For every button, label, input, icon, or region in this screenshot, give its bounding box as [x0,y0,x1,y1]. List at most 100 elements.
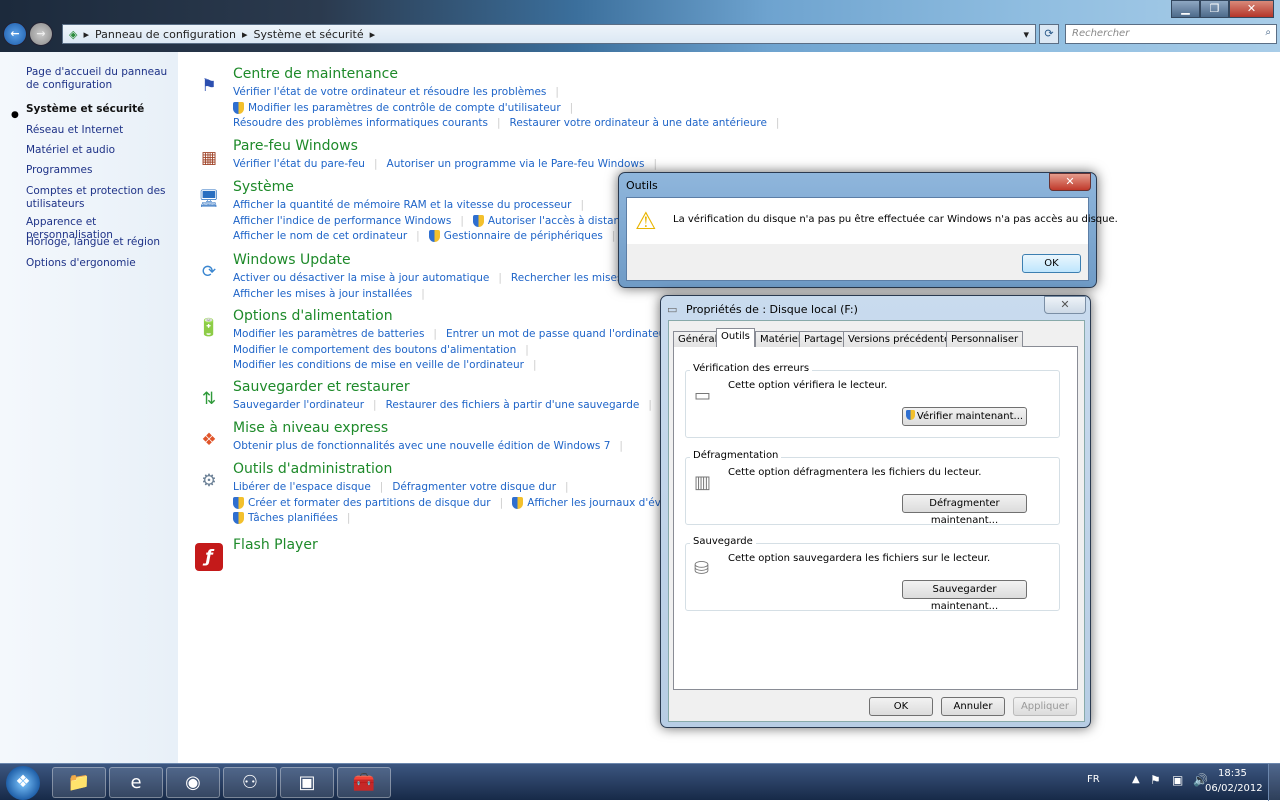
sidebar-item[interactable]: Comptes et protection des utilisateurs [26,185,174,211]
tab-partage[interactable]: Partage [799,331,848,347]
link-separator: | [416,230,420,243]
uac-shield-icon [233,496,244,509]
task-link[interactable]: Vérifier l'état de votre ordinateur et r… [233,86,546,98]
taskbar-app-network[interactable]: ⚇ [223,767,277,798]
refresh-button[interactable]: ⟳ [1039,24,1059,44]
show-hidden-icons[interactable]: ▲ [1132,774,1140,785]
alert-title: Outils [626,179,658,192]
maximize-button[interactable]: ❐ [1200,0,1229,18]
task-link[interactable]: Modifier les paramètres de batteries [233,328,424,340]
task-link[interactable]: Restaurer des fichiers à partir d'une sa… [386,399,640,411]
uac-shield-icon [512,496,524,509]
sidebar-item[interactable]: Horloge, langue et région [26,236,174,249]
link-row: Afficher les mises à jour installées | [233,288,434,300]
chevron-right-icon[interactable]: ▸ [370,28,376,41]
category-title[interactable]: Pare-feu Windows [233,138,358,154]
link-separator: | [532,359,537,372]
category-title[interactable]: Outils d'administration [233,461,392,477]
alert-close-button[interactable]: ✕ [1049,173,1091,191]
task-link[interactable]: Modifier les conditions de mise en veill… [233,359,524,371]
task-link[interactable]: Modifier les paramètres de contrôle de c… [248,102,561,114]
category-title[interactable]: Centre de maintenance [233,66,398,82]
tab-personnaliser[interactable]: Personnaliser [946,331,1024,347]
properties-ok-button[interactable]: OK [869,697,933,716]
network-icon[interactable]: ▣ [1172,773,1183,787]
window-controls: ▁ ❐ ✕ [1171,0,1274,18]
task-link[interactable]: Obtenir plus de fonctionnalités avec une… [233,440,610,452]
sidebar-item[interactable]: Matériel et audio [26,144,174,157]
taskbar-app-control-panel[interactable]: ▣ [280,767,334,798]
drive-icon: ▭ [694,385,712,406]
link-separator: | [496,117,501,130]
task-link[interactable]: Créer et formater des partitions de disq… [248,497,491,509]
sidebar-item[interactable]: Page d'accueil du panneau de configurati… [26,66,174,92]
taskbar-app-firefox[interactable]: ◉ [166,767,220,798]
battery-icon: 🔋 [198,318,220,338]
tab-g-n-ral[interactable]: Général [673,331,723,347]
taskbar-app-toolbox[interactable]: 🧰 [337,767,391,798]
breadcrumb-control-panel[interactable]: Panneau de configuration [95,28,236,41]
category-title[interactable]: Mise à niveau express [233,420,388,436]
category-title[interactable]: Système [233,179,294,195]
task-link[interactable]: Sauvegarder l'ordinateur [233,399,364,411]
task-link[interactable]: Activer ou désactiver la mise à jour aut… [233,272,489,284]
show-desktop-button[interactable] [1268,764,1280,801]
category-title[interactable]: Flash Player [233,537,318,553]
link-row: Modifier les conditions de mise en veill… [233,359,545,371]
language-indicator[interactable]: FR [1087,774,1100,785]
group-description: Cette option vérifiera le lecteur. [728,380,888,391]
group-action-button[interactable]: Défragmenter maintenant... [902,494,1027,526]
action-center-icon[interactable]: ⚑ [1150,773,1161,787]
address-bar[interactable]: ◈ ▸ Panneau de configuration ▸ Système e… [62,24,1036,44]
task-link[interactable]: Autoriser l'accès à distance [488,215,633,227]
close-button[interactable]: ✕ [1229,0,1274,18]
forward-button[interactable]: → [29,22,53,46]
taskbar-app-internet-explorer[interactable]: e [109,767,163,798]
group-action-button[interactable]: Vérifier maintenant... [902,407,1027,426]
group-action-button[interactable]: Sauvegarder maintenant... [902,580,1027,612]
link-row: Modifier le comportement des boutons d'a… [233,344,538,356]
history-dropdown-icon[interactable]: ▾ [1023,28,1029,41]
firewall-icon: ▦ [200,148,218,168]
tab-outils[interactable]: Outils [716,328,755,347]
task-link[interactable]: Afficher le nom de cet ordinateur [233,230,407,242]
clock-time[interactable]: 18:35 [1218,768,1247,779]
task-link[interactable]: Défragmenter votre disque dur [392,481,556,493]
sidebar-item[interactable]: Réseau et Internet [26,124,174,137]
task-link[interactable]: Restaurer votre ordinateur à une date an… [510,117,767,129]
taskbar-app-explorer[interactable]: 📁 [52,767,106,798]
button-label: Défragmenter maintenant... [929,498,1000,526]
category-title[interactable]: Sauvegarder et restaurer [233,379,410,395]
task-link[interactable]: Afficher l'indice de performance Windows [233,215,451,227]
task-link[interactable]: Vérifier l'état du pare-feu [233,158,365,170]
start-button[interactable]: ❖ [6,766,40,800]
search-icon[interactable]: ⌕ [1265,27,1271,38]
clock-date[interactable]: 06/02/2012 [1205,783,1263,794]
search-input[interactable]: Rechercher ⌕ [1065,24,1277,44]
link-row: Modifier les paramètres de contrôle de c… [233,101,582,114]
task-link[interactable]: Libérer de l'espace disque [233,481,371,493]
tab-versions-pr-c-dentes[interactable]: Versions précédentes [843,331,961,347]
task-link[interactable]: Autoriser un programme via le Pare-feu W… [387,158,645,170]
link-separator: | [460,214,464,227]
explorer-icon: 📁 [67,772,91,793]
task-link[interactable]: Modifier le comportement des boutons d'a… [233,344,516,356]
alert-ok-button[interactable]: OK [1022,254,1081,273]
sidebar-item[interactable]: Système et sécurité [26,103,174,116]
back-button[interactable]: ← [3,22,27,46]
category-title[interactable]: Options d'alimentation [233,308,393,324]
task-link[interactable]: Afficher les mises à jour installées [233,288,412,300]
task-link[interactable]: Résoudre des problèmes informatiques cou… [233,117,488,129]
task-link[interactable]: Afficher la quantité de mémoire RAM et l… [233,199,571,211]
properties-cancel-button[interactable]: Annuler [941,697,1005,716]
sidebar-item[interactable]: Programmes [26,164,174,177]
task-link[interactable]: Tâches planifiées [248,512,338,524]
sidebar-item[interactable]: Options d'ergonomie [26,257,174,270]
minimize-button[interactable]: ▁ [1171,0,1200,18]
task-link[interactable]: Gestionnaire de périphériques [444,230,603,242]
breadcrumb-system-security[interactable]: Système et sécurité [254,28,364,41]
link-separator: | [346,512,351,525]
defrag-icon: ▥ [694,472,712,493]
category-title[interactable]: Windows Update [233,252,351,268]
properties-close-button[interactable]: ✕ [1044,296,1086,314]
